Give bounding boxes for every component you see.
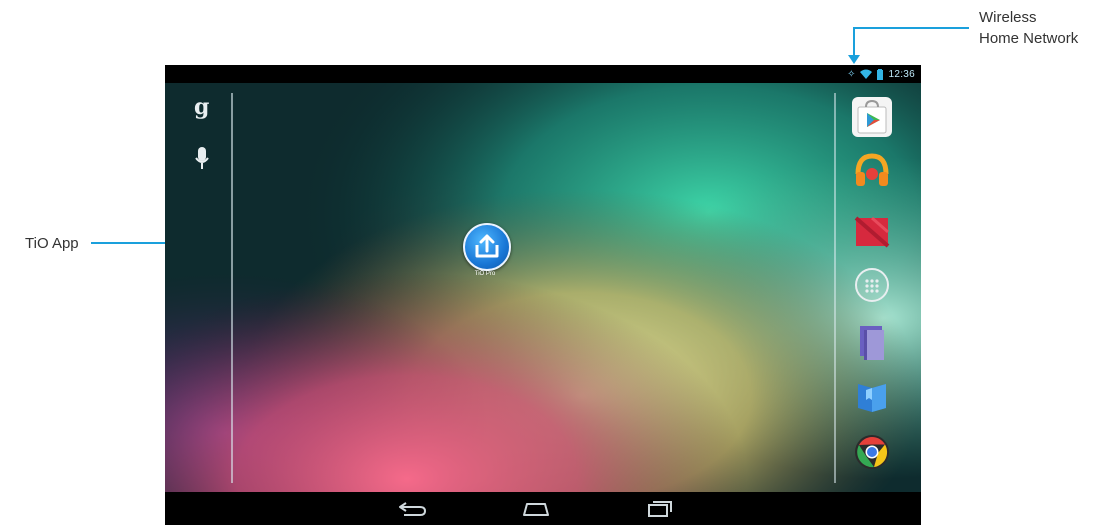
status-time: 12:36	[888, 68, 915, 80]
app-drawer-glyph	[855, 268, 889, 302]
network-callout-line-h	[853, 27, 969, 29]
blue-book-glyph	[858, 384, 886, 412]
home-button[interactable]	[519, 496, 553, 520]
network-callout-arrow	[848, 55, 860, 64]
callout-line-1: Wireless	[979, 9, 1037, 26]
play-books-icon[interactable]	[852, 376, 892, 416]
wallpaper	[165, 65, 921, 525]
books-glyph	[860, 326, 884, 360]
red-box-glyph	[854, 216, 890, 248]
callout-line-2: Home Network	[979, 30, 1079, 47]
recent-apps-button[interactable]	[642, 496, 676, 520]
wifi-icon	[860, 69, 873, 79]
microphone-icon[interactable]	[194, 147, 210, 171]
google-search-icon[interactable]: g	[194, 94, 209, 120]
wireless-network-callout-label: Wireless Home Network	[979, 7, 1078, 49]
all-apps-icon[interactable]	[852, 265, 892, 305]
tio-pro-app-icon[interactable]	[463, 223, 511, 271]
tablet-screen: ✧ 12:36 g TiO Pro	[165, 65, 921, 525]
back-icon	[399, 502, 427, 516]
battery-icon	[877, 68, 884, 80]
headphones-glyph	[855, 153, 889, 186]
status-icons: ✧ 12:36	[847, 67, 915, 81]
play-movies-icon[interactable]	[852, 212, 892, 252]
play-store-glyph	[857, 99, 887, 134]
bluetooth-icon: ✧	[847, 68, 856, 80]
navigation-bar	[165, 492, 921, 525]
google-search-bar[interactable]: g	[177, 91, 231, 201]
book-reader-icon[interactable]	[852, 322, 892, 362]
chrome-icon[interactable]	[852, 432, 892, 472]
play-music-icon[interactable]	[852, 150, 892, 190]
search-divider	[231, 93, 233, 483]
home-icon	[523, 503, 549, 516]
back-button[interactable]	[396, 496, 430, 520]
dock-divider	[834, 93, 836, 483]
tio-pro-app-label: TiO Pro	[474, 271, 496, 277]
play-store-icon[interactable]	[852, 97, 892, 137]
tio-logo-icon	[475, 234, 499, 258]
tio-app-callout-label: TiO App	[25, 235, 79, 252]
chrome-glyph	[855, 435, 889, 469]
status-bar: ✧ 12:36	[165, 65, 921, 83]
recent-apps-icon	[648, 501, 672, 517]
network-callout-line-v	[853, 27, 855, 57]
